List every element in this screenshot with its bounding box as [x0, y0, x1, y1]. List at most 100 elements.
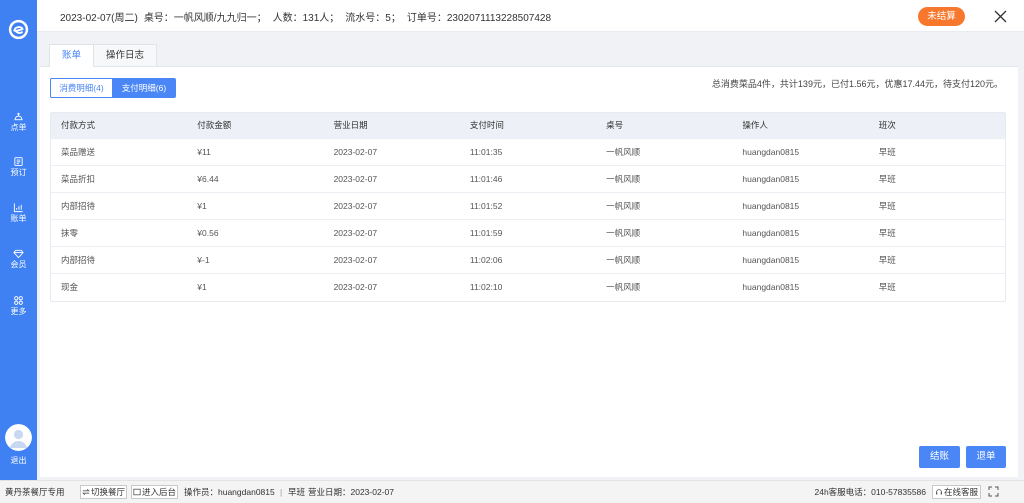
cell-shift: 早班 — [878, 174, 896, 184]
sidebar-item-reservation[interactable]: 预订 — [0, 156, 37, 180]
cell-table: 一帆风顺 — [606, 255, 641, 265]
calendar-icon — [14, 157, 23, 166]
cell-method: 菜品赠送 — [61, 147, 96, 157]
switch-restaurant-button[interactable]: 切换餐厅 — [80, 485, 127, 499]
cell-operator: huangdan0815 — [742, 228, 800, 238]
order-header: 2023-02-07(周二) 桌号：一帆风顺/九九归一； 人数：131人； 流水… — [37, 0, 1024, 32]
logout-button[interactable]: 退出 — [0, 455, 37, 466]
sidebar-item-label: 点单 — [10, 123, 27, 132]
column-header-pay-time: 支付时间 — [469, 120, 504, 130]
headset-icon — [936, 489, 942, 495]
table-row: 抹零 ¥0.56 2023-02-07 11:01:59 一帆风顺 huangdan081… — [51, 220, 1005, 247]
chart-icon — [13, 203, 23, 213]
order-info: 2023-02-07(周二) 桌号：一帆风顺/九九归一； 人数：131人； 流水… — [60, 0, 557, 32]
sidebar-item-label: 预订 — [10, 168, 27, 177]
cell-amount: ¥1 — [197, 282, 207, 292]
cell-amount: ¥0.56 — [197, 228, 219, 238]
cell-method: 内部招待 — [61, 255, 96, 265]
cell-business-date: 2023-02-07 — [333, 147, 378, 157]
avatar[interactable] — [5, 424, 32, 451]
cell-table: 一帆风顺 — [606, 228, 641, 238]
cell-pay-time: 11:01:59 — [469, 228, 503, 238]
column-header-shift: 班次 — [878, 120, 896, 130]
detail-toggle: 消费明细(4) 支付明细(6) — [50, 78, 176, 98]
cell-shift: 早班 — [878, 282, 896, 292]
cell-table: 一帆风顺 — [606, 174, 641, 184]
brand-logo-icon — [8, 19, 29, 40]
close-button[interactable] — [993, 9, 1008, 24]
cell-table: 一帆风顺 — [606, 147, 641, 157]
enter-backend-button[interactable]: 进入后台 — [131, 485, 178, 499]
cell-shift: 早班 — [878, 255, 896, 265]
cell-business-date: 2023-02-07 — [333, 201, 378, 211]
divider: | — [280, 487, 283, 497]
header-order-no: 订单号：2302071113228507428 — [406, 12, 552, 24]
table-row: 内部招待 ¥1 2023-02-07 11:01:52 一帆风顺 huangdan0815… — [51, 193, 1005, 220]
fullscreen-button[interactable] — [988, 486, 999, 497]
diamond-icon — [13, 249, 24, 259]
bill-summary: 总消费菜品4件，共计139元，已付1.56元，优惠17.44元，待支付120元。 — [711, 79, 1003, 89]
consumption-detail-button[interactable]: 消费明细(4) — [50, 78, 113, 98]
payment-detail-button[interactable]: 支付明细(6) — [113, 78, 176, 98]
column-header-operator: 操作人 — [742, 120, 768, 130]
status-bar: 黄丹茶餐厅专用 切换餐厅 进入后台 操作员：huangdan0815 | 早班 … — [0, 480, 1024, 503]
tab-bar: 账单 操作日志 — [49, 44, 158, 67]
sidebar-item-bill[interactable]: 账单 — [0, 202, 37, 226]
sidebar-item-order[interactable]: 点单 — [0, 111, 37, 135]
service-bell-icon — [14, 112, 23, 121]
payments-table: 付款方式 付款金额 营业日期 支付时间 桌号 操作人 班次菜品赠送 ¥11 2023-02-07… — [50, 112, 1006, 302]
sidebar-item-label: 更多 — [10, 307, 27, 316]
cell-pay-time: 11:02:06 — [469, 255, 503, 265]
online-support-button[interactable]: 在线客服 — [932, 485, 981, 499]
cell-shift: 早班 — [878, 228, 896, 238]
business-date-info: 营业日期：2023-02-07 — [308, 487, 394, 497]
cell-operator: huangdan0815 — [742, 201, 800, 211]
cell-business-date: 2023-02-07 — [333, 228, 378, 238]
column-header-amount: 付款金额 — [197, 120, 232, 130]
column-header-method: 付款方式 — [61, 120, 96, 130]
column-header-table: 桌号 — [606, 120, 624, 130]
cell-table: 一帆风顺 — [606, 282, 641, 292]
enter-backend-label: 进入后台 — [142, 487, 177, 497]
cell-pay-time: 11:02:10 — [469, 282, 503, 292]
cell-amount: ¥11 — [197, 147, 211, 157]
cell-amount: ¥-1 — [197, 255, 210, 265]
cell-business-date: 2023-02-07 — [333, 282, 378, 292]
close-icon — [994, 10, 1007, 23]
cell-operator: huangdan0815 — [742, 174, 800, 184]
header-table-no: 桌号：一帆风顺/九九归一； — [143, 12, 267, 24]
cell-operator: huangdan0815 — [742, 282, 800, 292]
operator-info: 操作员：huangdan0815 — [184, 487, 275, 497]
cell-amount: ¥6.44 — [197, 174, 219, 184]
checkout-button[interactable]: 结账 — [919, 446, 960, 468]
sidebar-item-label: 账单 — [10, 214, 27, 223]
cell-business-date: 2023-02-07 — [333, 174, 378, 184]
grid-icon — [14, 296, 23, 305]
sidebar-item-label: 会员 — [10, 260, 27, 269]
tab-bill[interactable]: 账单 — [49, 44, 95, 67]
switch-restaurant-label: 切换餐厅 — [91, 487, 126, 497]
cell-shift: 早班 — [878, 201, 896, 211]
refund-button[interactable]: 退单 — [966, 446, 1006, 468]
cell-shift: 早班 — [878, 147, 896, 157]
sidebar-item-member[interactable]: 会员 — [0, 248, 37, 272]
cell-pay-time: 11:01:35 — [469, 147, 503, 157]
shift-info: 早班 — [288, 487, 306, 497]
switch-icon — [82, 488, 90, 496]
cell-method: 菜品折扣 — [61, 174, 96, 184]
column-header-business-date: 营业日期 — [333, 120, 368, 130]
table-row: 菜品折扣 ¥6.44 2023-02-07 11:01:46 一帆风顺 huangdan0… — [51, 166, 1005, 193]
status-badge: 未结算 — [918, 7, 965, 26]
cell-operator: huangdan0815 — [742, 147, 800, 157]
user-avatar-icon — [5, 424, 32, 451]
restaurant-name: 黄丹茶餐厅专用 — [5, 487, 65, 497]
cell-amount: ¥1 — [197, 201, 207, 211]
cell-pay-time: 11:01:52 — [469, 201, 503, 211]
cell-table: 一帆风顺 — [606, 201, 641, 211]
cell-method: 现金 — [61, 282, 79, 292]
sidebar-item-more[interactable]: 更多 — [0, 295, 37, 319]
header-date: 2023-02-07(周二) — [60, 12, 138, 24]
tab-operation-log[interactable]: 操作日志 — [94, 44, 158, 66]
window-icon — [133, 488, 141, 496]
fullscreen-icon — [988, 486, 999, 497]
